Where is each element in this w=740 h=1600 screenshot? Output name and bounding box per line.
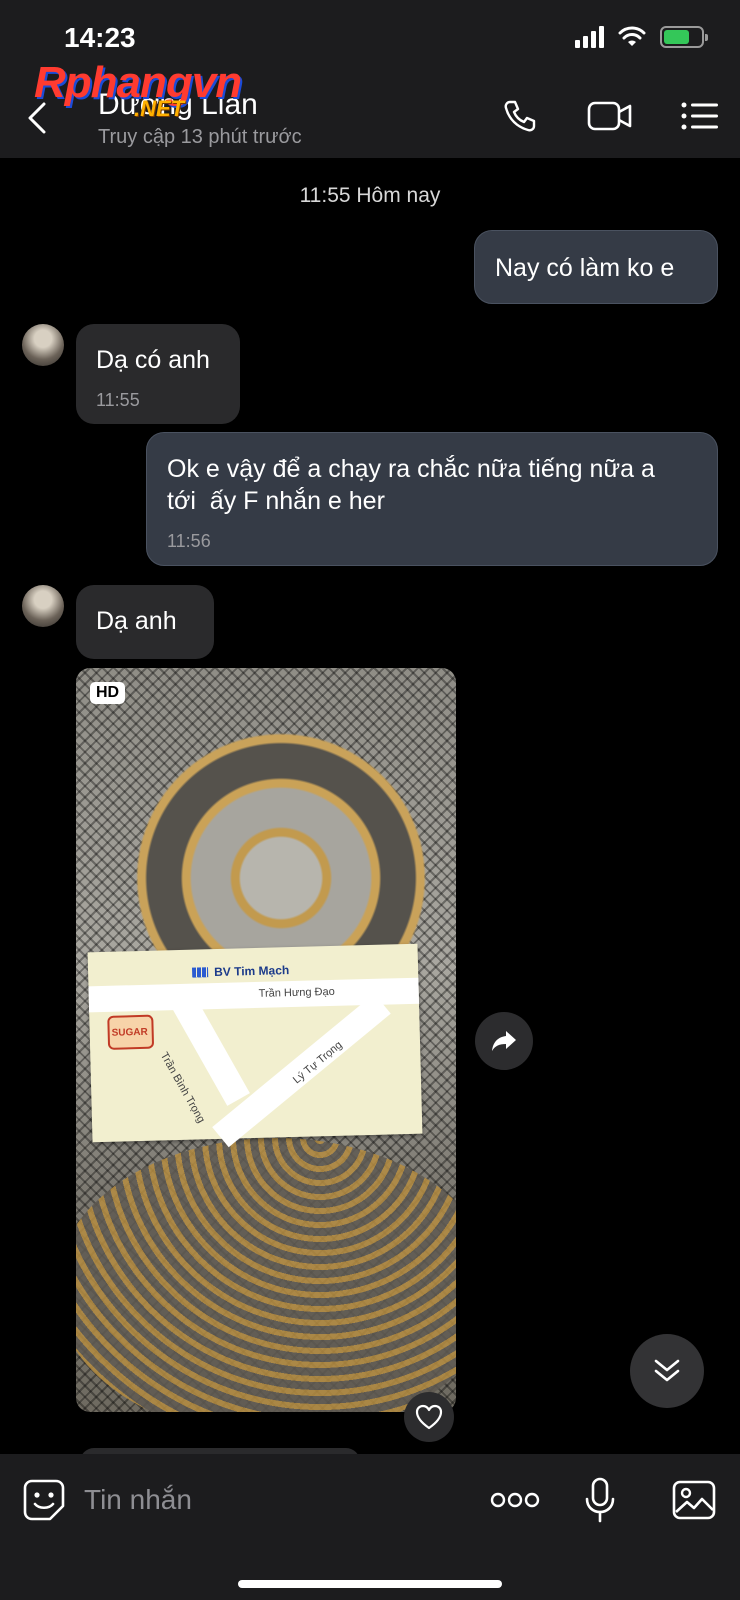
- contact-avatar[interactable]: [22, 585, 64, 627]
- list-menu-icon: [681, 102, 718, 130]
- message-text: Dạ có anh: [96, 346, 210, 374]
- photo-gallery-button[interactable]: [668, 1474, 720, 1526]
- message-timestamp: 11:56: [167, 531, 211, 551]
- map-street-label: Trần Hưng Đạo: [258, 985, 335, 1000]
- microphone-icon: [585, 1477, 615, 1523]
- emoji-sticker-icon: [23, 1479, 65, 1521]
- map-street-label: Trần Bình Trọng: [157, 1050, 208, 1126]
- battery-icon: [660, 26, 708, 48]
- map-card-logo-text: SUGAR: [111, 1026, 148, 1039]
- scroll-to-bottom-button[interactable]: [630, 1334, 704, 1408]
- battery-fill: [664, 30, 690, 44]
- video-call-button[interactable]: [586, 96, 634, 136]
- message-bubble-outgoing[interactable]: Ok e vậy để a chạy ra chắc nữa tiếng nữa…: [146, 432, 718, 566]
- photo-map-card: BV Tim Mạch Trần Hưng Đạo Trần Bình Trọn…: [87, 943, 423, 1148]
- status-icons: [575, 26, 708, 48]
- chat-options-button[interactable]: [678, 96, 722, 136]
- cellular-signal-icon: [575, 26, 604, 48]
- forward-arrow-icon: [492, 1031, 516, 1051]
- double-chevron-down-icon: [654, 1359, 680, 1382]
- chat-header: 14:23 Dương Lian Truy cập 13 phút trước …: [0, 0, 740, 158]
- home-indicator[interactable]: [238, 1580, 502, 1588]
- message-text: Dạ anh: [96, 607, 177, 635]
- status-time: 14:23: [64, 22, 136, 53]
- video-camera-icon: [587, 101, 632, 131]
- react-like-button[interactable]: [404, 1392, 454, 1442]
- date-separator: 11:55 Hôm nay: [299, 184, 441, 207]
- watermark-suffix: .NET: [134, 96, 185, 121]
- wifi-icon: [618, 26, 646, 46]
- contact-last-seen: Truy cập 13 phút trước: [98, 126, 302, 148]
- contact-avatar[interactable]: [22, 324, 64, 366]
- photo-tablecloth-pattern: [76, 1138, 456, 1412]
- more-dots-icon: [490, 1492, 540, 1508]
- message-bubble-incoming[interactable]: Dạ có anh 11:55: [76, 324, 240, 424]
- message-text: Nay có làm ko e: [495, 254, 675, 282]
- message-input-bar: [0, 1454, 740, 1600]
- voice-message-button[interactable]: [574, 1474, 626, 1526]
- message-text-line: tới ấy F nhắn e her: [167, 487, 385, 515]
- message-text-line: Ok e vậy để a chạy ra chắc nữa tiếng nữa…: [167, 455, 655, 483]
- message-input[interactable]: [84, 1476, 464, 1524]
- map-card-logo: SUGAR: [107, 1014, 155, 1050]
- image-gallery-icon: [672, 1480, 716, 1520]
- phone-icon: [504, 100, 536, 132]
- share-forward-button[interactable]: [475, 1012, 533, 1070]
- map-card-title: BV Tim Mạch: [192, 963, 289, 980]
- hd-badge: HD: [90, 682, 126, 704]
- sticker-button[interactable]: [18, 1474, 70, 1526]
- message-bubble-incoming[interactable]: Dạ anh: [76, 585, 214, 659]
- message-timestamp: 11:55: [96, 390, 140, 410]
- message-bubble-outgoing[interactable]: Nay có làm ko e: [474, 230, 718, 304]
- more-options-button[interactable]: [488, 1474, 542, 1526]
- heart-icon: [415, 1404, 443, 1430]
- call-button[interactable]: [498, 96, 542, 136]
- photo-message[interactable]: BV Tim Mạch Trần Hưng Đạo Trần Bình Trọn…: [76, 668, 456, 1412]
